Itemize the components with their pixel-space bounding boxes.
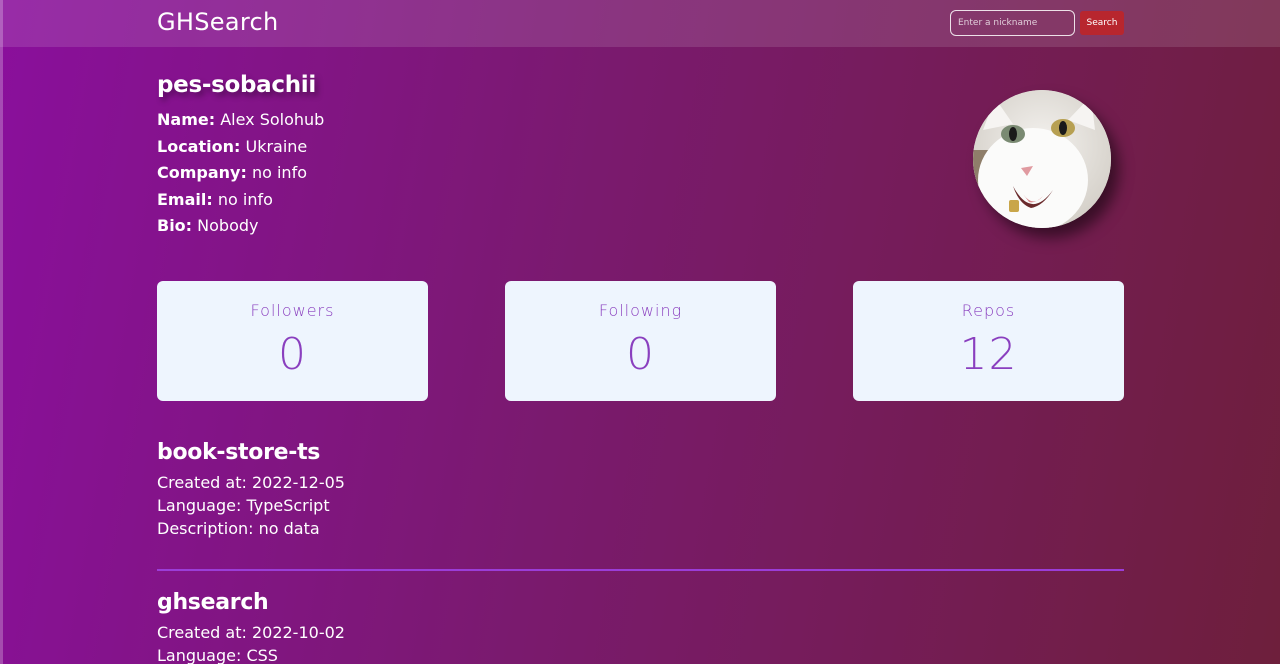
name-value: Alex Solohub: [220, 110, 325, 129]
followers-label: Followers: [250, 301, 335, 320]
location-label: Location:: [157, 136, 241, 156]
brand-title[interactable]: GHSearch: [157, 8, 279, 36]
profile-company-row: Company: no info: [157, 162, 324, 189]
name-label: Name:: [157, 110, 216, 129]
repo-divider: [157, 569, 1124, 571]
repo-item: book-store-ts Created at: 2022-12-05 Lan…: [157, 440, 345, 540]
repo-created: Created at: 2022-12-05: [157, 473, 345, 492]
followers-count: 0: [278, 329, 307, 380]
repo-item: ghsearch Created at: 2022-10-02 Language…: [157, 590, 345, 664]
window-edge: [0, 0, 3, 664]
bio-value: Nobody: [197, 216, 259, 236]
repos-count: 12: [959, 329, 1018, 380]
location-value: Ukraine: [245, 136, 308, 156]
repo-name[interactable]: book-store-ts: [157, 440, 345, 465]
repos-card: Repos 12: [853, 281, 1124, 401]
email-value: no info: [217, 189, 273, 209]
profile-email-row: Email: no info: [157, 189, 324, 216]
bio-label: Bio:: [157, 216, 193, 236]
profile-name-row: Name: Alex Solohub: [157, 109, 324, 136]
profile-location-row: Location: Ukraine: [157, 136, 324, 163]
nickname-search-input[interactable]: [950, 10, 1075, 36]
profile-info: Name: Alex Solohub Location: Ukraine Com…: [157, 109, 324, 242]
email-label: Email:: [157, 189, 213, 209]
following-count: 0: [626, 329, 655, 380]
repo-created: Created at: 2022-10-02: [157, 623, 345, 642]
repos-label: Repos: [961, 301, 1016, 320]
following-card: Following 0: [505, 281, 776, 401]
cat-avatar-image: [973, 90, 1111, 228]
followers-card: Followers 0: [157, 281, 428, 401]
repo-language: Language: CSS: [157, 646, 278, 664]
repo-description: Description: no data: [157, 519, 320, 538]
repo-name[interactable]: ghsearch: [157, 590, 345, 615]
search-button[interactable]: Search: [1080, 11, 1124, 35]
company-label: Company:: [157, 163, 247, 183]
profile-login: pes-sobachii: [157, 72, 316, 98]
following-label: Following: [598, 301, 683, 320]
company-value: no info: [251, 163, 307, 183]
profile-bio-row: Bio: Nobody: [157, 215, 324, 242]
navbar: GHSearch Search: [0, 0, 1280, 47]
repo-language: Language: TypeScript: [157, 496, 330, 515]
avatar: [973, 90, 1111, 228]
